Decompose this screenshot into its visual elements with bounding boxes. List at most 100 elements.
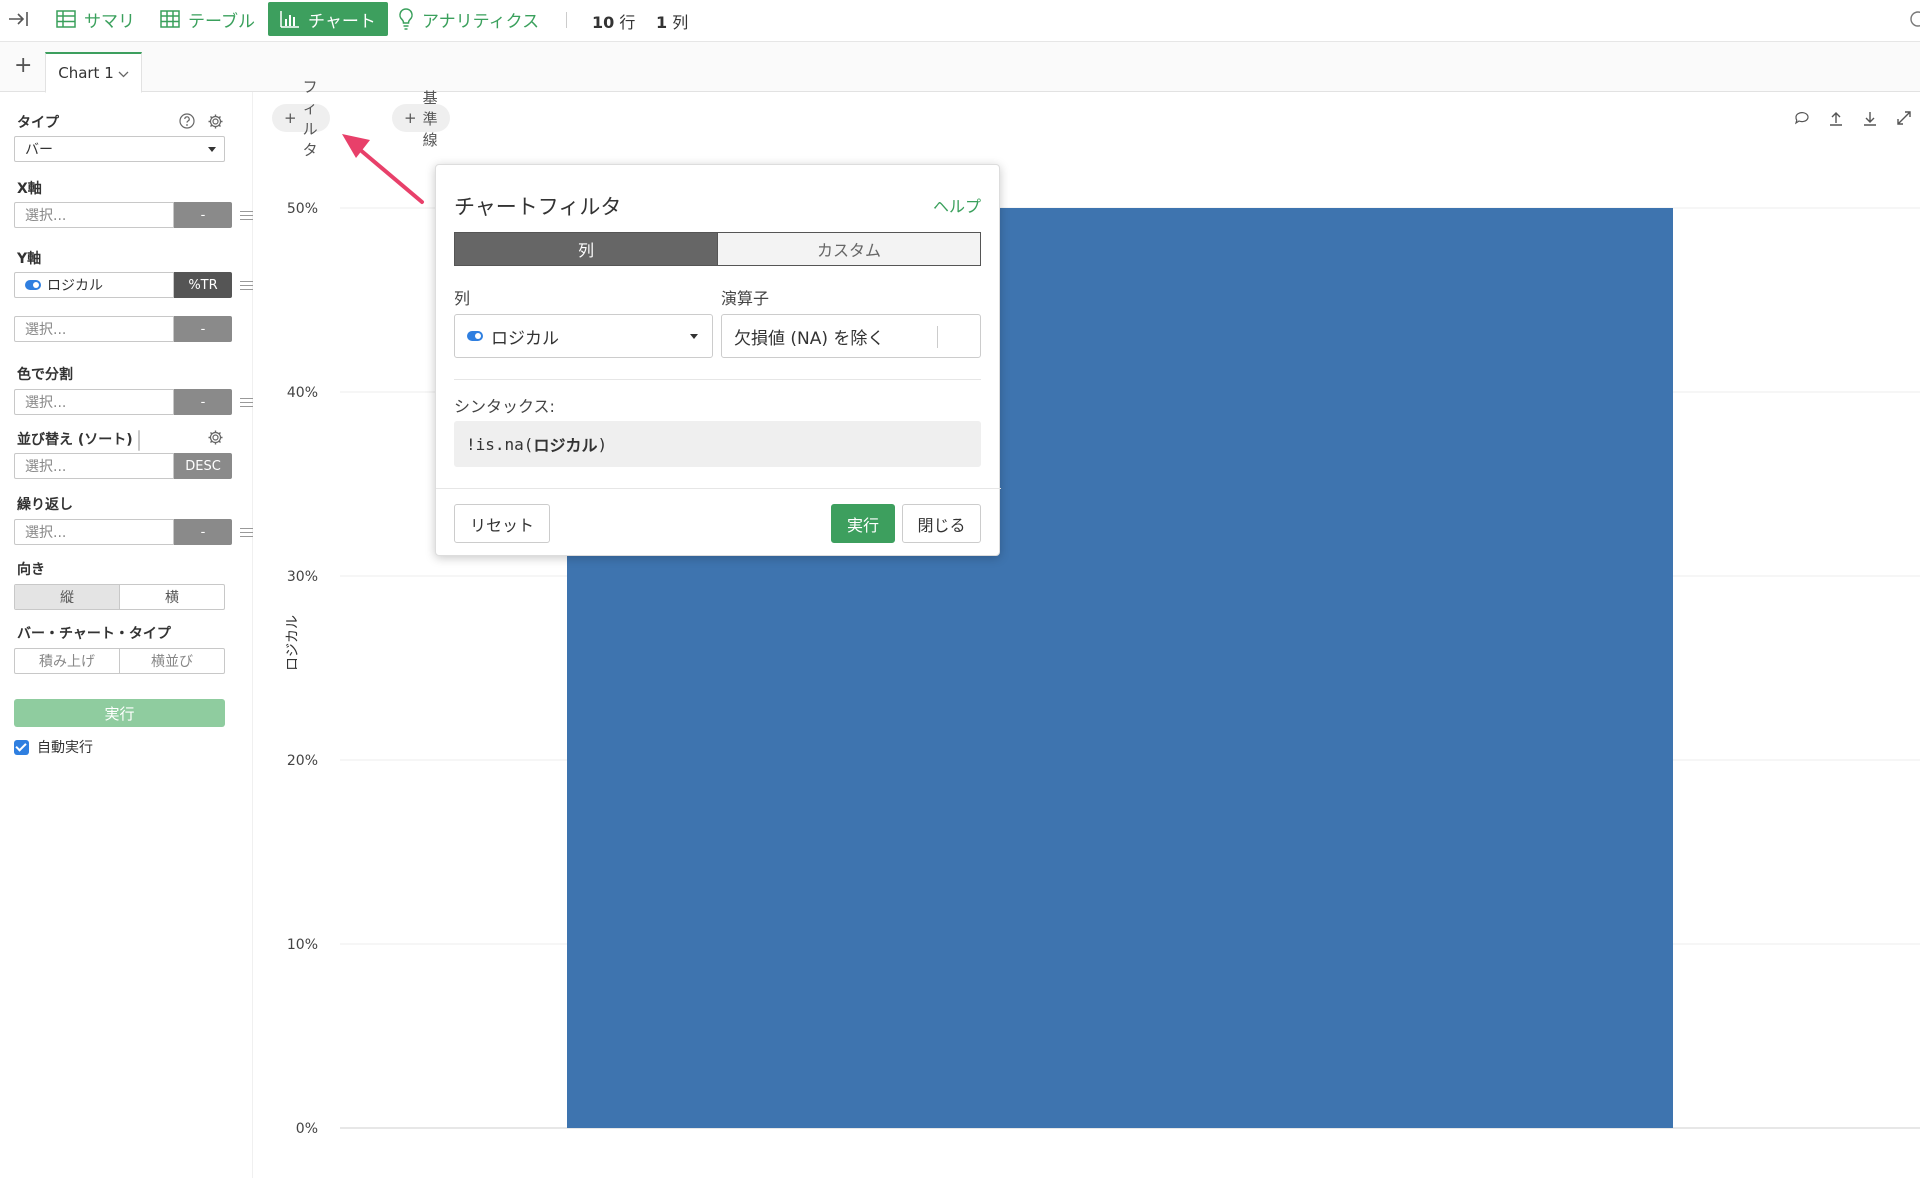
orientation-horizontal-option[interactable]: 横 [119, 585, 224, 609]
tab-custom[interactable]: カスタム [717, 233, 980, 265]
operator-select-value: 欠損値 (NA) を除く [734, 328, 885, 349]
add-reference-line-button[interactable]: + 基準線 [392, 89, 450, 149]
toolbar-divider [566, 12, 567, 28]
plus-icon: + [404, 109, 417, 127]
auto-run-option[interactable]: 自動実行 [14, 737, 93, 757]
add-chart-button[interactable]: + [14, 55, 32, 77]
operator-select[interactable]: 欠損値 (NA) を除く [721, 314, 981, 358]
color-split-menu-icon[interactable] [240, 398, 253, 408]
column-select[interactable]: ロジカル [454, 314, 713, 358]
download-icon[interactable] [1862, 110, 1878, 126]
auto-run-label: 自動実行 [37, 740, 93, 756]
y-axis-value: ロジカル [47, 278, 103, 294]
upload-icon[interactable] [1828, 110, 1844, 126]
x-axis-select[interactable]: 選択... [14, 202, 174, 228]
color-split-aggregation[interactable]: - [174, 389, 232, 415]
sort-select[interactable]: 選択... [14, 453, 174, 479]
y-tick-label: 10% [287, 937, 318, 953]
syntax-prefix: !is.na( [466, 434, 534, 454]
x-axis-menu-icon[interactable] [240, 211, 253, 221]
sort-gear-icon[interactable] [207, 429, 224, 450]
tab-analytics-label: アナリティクス [422, 11, 540, 32]
y-axis-menu-icon[interactable] [240, 281, 253, 291]
y-tick-label: 50% [287, 201, 318, 217]
repeat-select[interactable]: 選択... [14, 519, 174, 545]
dialog-divider [454, 379, 981, 380]
gear-icon[interactable] [207, 113, 224, 134]
run-button[interactable]: 実行 [14, 699, 225, 727]
add-filter-button[interactable]: + フィルタ [272, 78, 330, 159]
y-axis-label: Y軸 [17, 251, 42, 267]
sort-checkbox[interactable] [138, 430, 140, 451]
sort-label: 並び替え (ソート) [17, 432, 133, 448]
y-tick-label: 20% [287, 753, 318, 769]
add-filter-label: フィルタ [302, 78, 318, 159]
expand-icon[interactable] [1896, 110, 1912, 126]
logical-type-icon [25, 280, 41, 290]
reset-button[interactable]: リセット [454, 504, 550, 543]
color-split-label: 色で分割 [17, 367, 73, 383]
auto-run-checkbox[interactable] [14, 739, 29, 755]
orientation-toggle: 縦 横 [14, 584, 225, 610]
tab-column[interactable]: 列 [455, 233, 717, 265]
table-grid-icon [56, 10, 76, 28]
tab-table[interactable]: テーブル [160, 2, 255, 36]
chart-tab-bar: + Chart 1 [0, 42, 1920, 93]
filter-run-button[interactable]: 実行 [831, 504, 895, 543]
collapse-sidebar-icon[interactable] [8, 10, 30, 32]
plus-icon: + [284, 109, 297, 127]
comment-icon[interactable] [1908, 10, 1920, 32]
logical-type-icon [467, 331, 483, 341]
tab-table-label: テーブル [188, 11, 255, 32]
table-grid-icon [160, 10, 180, 28]
y-axis-2-select[interactable]: 選択... [14, 316, 174, 342]
bar-chart-icon [280, 10, 300, 28]
y-tick-label: 30% [287, 569, 318, 585]
x-axis-aggregation[interactable]: - [174, 202, 232, 228]
y-axis-title: ロジカル [285, 615, 301, 671]
tab-analytics[interactable]: アナリティクス [398, 2, 539, 36]
type-label: タイプ [17, 115, 59, 131]
syntax-argument: ロジカル [533, 436, 598, 455]
repeat-menu-icon[interactable] [240, 528, 253, 538]
repeat-label: 繰り返し [17, 497, 73, 513]
add-reference-line-label: 基準線 [422, 88, 438, 149]
sort-order-button[interactable]: DESC [174, 453, 232, 479]
syntax-suffix: ) [597, 434, 608, 454]
bar-type-stacked-option[interactable]: 積み上げ [15, 649, 119, 673]
bar-type-dodge-option[interactable]: 横並び [119, 649, 224, 673]
tab-summary[interactable]: サマリ [56, 2, 135, 36]
chart-settings-panel: タイプ バー X軸 選択... - Y軸 ロジカル %TR 選択... - 色で… [8, 92, 253, 1178]
tab-chart[interactable]: チャート [268, 2, 388, 36]
x-axis-label: X軸 [17, 181, 42, 197]
y-axis-2-aggregation[interactable]: - [174, 316, 232, 342]
bar-type-toggle: 積み上げ 横並び [14, 648, 225, 674]
syntax-label: シンタックス: [454, 397, 555, 416]
top-toolbar: サマリ テーブル チャート アナリティクス 10 行 1 列 [0, 0, 1920, 42]
column-label: 列 [454, 289, 471, 308]
y-tick-label: 0% [296, 1121, 318, 1137]
column-select-value: ロジカル [491, 328, 559, 349]
chart-type-select[interactable]: バー [14, 136, 225, 162]
comment-icon[interactable] [1794, 110, 1810, 126]
y-axis-select[interactable]: ロジカル [14, 272, 174, 298]
chevron-down-icon [118, 64, 129, 82]
help-link[interactable]: ヘルプ [933, 193, 981, 217]
lightbulb-icon [398, 8, 414, 30]
dialog-title: チャートフィルタ [454, 195, 622, 219]
tab-chart-1[interactable]: Chart 1 [45, 52, 142, 93]
caret-down-icon [690, 334, 698, 339]
column-count: 1 列 [656, 13, 689, 32]
repeat-aggregation[interactable]: - [174, 519, 232, 545]
operator-label: 演算子 [721, 289, 770, 308]
help-icon[interactable] [179, 113, 195, 133]
color-split-select[interactable]: 選択... [14, 389, 174, 415]
orientation-label: 向き [17, 562, 45, 578]
y-tick-label: 40% [287, 385, 318, 401]
close-button[interactable]: 閉じる [902, 504, 981, 543]
caret-down-icon [208, 146, 216, 152]
orientation-vertical-option[interactable]: 縦 [15, 585, 119, 609]
syntax-preview: !is.na(ロジカル) [454, 421, 981, 467]
tab-chart-1-label: Chart 1 [58, 64, 114, 82]
y-axis-aggregation[interactable]: %TR [174, 272, 232, 298]
